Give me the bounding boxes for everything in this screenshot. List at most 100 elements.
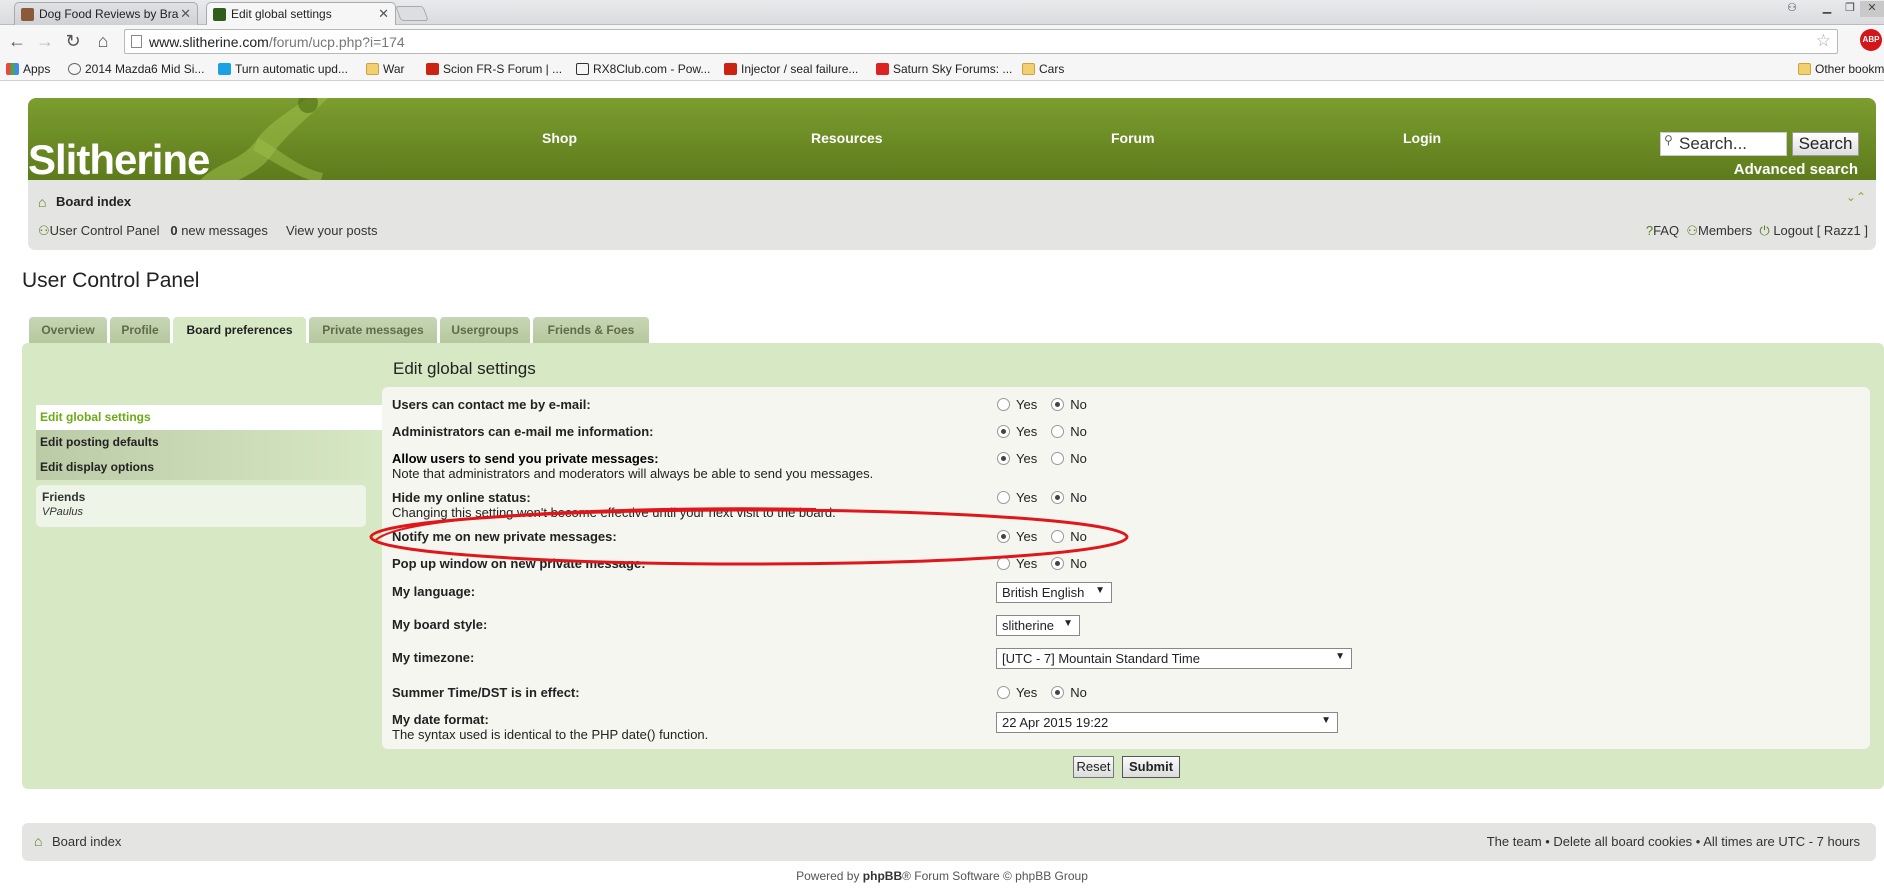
adblock-plus-icon[interactable]: ABP	[1860, 29, 1882, 51]
close-window-icon[interactable]: ✕	[1860, 1, 1884, 17]
dropdown-arrow-icon: ▼	[1063, 618, 1073, 629]
new-messages-link[interactable]: new messages	[181, 223, 268, 238]
back-icon[interactable]: ←	[6, 30, 28, 52]
menu-edit-posting-defaults[interactable]: Edit posting defaults	[36, 430, 382, 455]
nav-forum[interactable]: Forum	[1111, 130, 1155, 146]
slitherine-favicon-icon	[213, 8, 226, 21]
footer-board-index[interactable]: ⌂ Board index	[32, 833, 121, 849]
radio-no[interactable]	[1051, 530, 1065, 543]
url-text: www.slitherine.com/forum/ucp.php?i=174	[149, 34, 405, 50]
radio-no[interactable]	[1051, 491, 1065, 504]
browser-tab-edit-global-settings[interactable]: Edit global settings ✕	[206, 2, 396, 26]
new-tab-button[interactable]	[395, 6, 429, 21]
radio-no[interactable]	[1051, 686, 1065, 699]
saturn-icon	[876, 63, 889, 75]
address-bar[interactable]: www.slitherine.com/forum/ucp.php?i=174 ☆	[124, 29, 1838, 54]
bookmark-mazda6[interactable]: 2014 Mazda6 Mid Si...	[68, 62, 204, 76]
close-tab-icon[interactable]: ✕	[378, 6, 389, 22]
restore-icon[interactable]: ❐	[1840, 1, 1860, 17]
bookmark-turn-automatic[interactable]: Turn automatic upd...	[218, 62, 348, 76]
nav-login[interactable]: Login	[1403, 130, 1441, 146]
timezone-select[interactable]: [UTC - 7] Mountain Standard Time ▼	[996, 648, 1352, 669]
settings-form: Users can contact me by e-mail: Yes No Ad…	[382, 387, 1870, 749]
members-link[interactable]: Members	[1698, 223, 1752, 238]
breadcrumb-board-index[interactable]: ⌂ Board index	[38, 194, 131, 210]
view-posts-link[interactable]: View your posts	[286, 223, 378, 238]
close-tab-icon[interactable]: ✕	[180, 6, 191, 22]
apps-grid-icon	[6, 63, 19, 75]
radio-no[interactable]	[1051, 425, 1065, 438]
browser-tab-label: Edit global settings	[231, 7, 332, 21]
nav-resources[interactable]: Resources	[811, 130, 883, 146]
friends-box: Friends VPaulus	[36, 485, 366, 527]
radio-yes[interactable]	[997, 686, 1010, 699]
radio-yes[interactable]	[997, 557, 1010, 570]
site-logo[interactable]: Slitherine	[28, 136, 210, 180]
radio-no[interactable]	[1051, 452, 1065, 465]
bookmark-rx8club[interactable]: RX8Club.com - Pow...	[576, 62, 710, 76]
phpbb-link[interactable]: phpBB	[863, 869, 902, 883]
menu-edit-global-settings[interactable]: Edit global settings	[36, 405, 382, 430]
radio-yes[interactable]	[997, 491, 1010, 504]
search-icon: ⚲	[1664, 133, 1673, 147]
radio-no[interactable]	[1051, 557, 1065, 570]
submit-button[interactable]: Submit	[1122, 756, 1180, 778]
board-style-select[interactable]: slitherine ▼	[996, 615, 1080, 636]
minimize-icon[interactable]: ▁	[1816, 1, 1838, 17]
user-profile-icon[interactable]: ⚇	[1780, 1, 1804, 17]
bookmarks-bar: Apps 2014 Mazda6 Mid Si... Turn automati…	[0, 57, 1884, 81]
new-messages-count[interactable]: 0	[170, 223, 177, 238]
forward-icon[interactable]: →	[34, 30, 56, 52]
bookmark-scion-frs[interactable]: Scion FR-S Forum | ...	[426, 62, 562, 76]
tab-private-messages[interactable]: Private messages	[309, 317, 437, 343]
search-input[interactable]: ⚲ Search...	[1660, 132, 1787, 156]
bookmark-folder-war[interactable]: War	[366, 62, 405, 76]
tab-profile[interactable]: Profile	[110, 317, 170, 343]
browser-tab-dog-food[interactable]: Dog Food Reviews by Bra ✕	[14, 2, 198, 25]
bookmark-folder-other[interactable]: Other bookm	[1798, 62, 1884, 76]
logout-link[interactable]: Logout [ Razz1 ]	[1773, 223, 1868, 238]
logout-icon: ⏻	[1759, 223, 1770, 238]
radio-no[interactable]	[1051, 398, 1065, 411]
friend-item[interactable]: VPaulus	[42, 506, 360, 518]
search-button[interactable]: Search	[1792, 132, 1859, 156]
radio-yes[interactable]	[997, 530, 1010, 543]
members-icon: ⚇	[1686, 223, 1698, 238]
home-icon[interactable]: ⌂	[92, 30, 114, 52]
tab-overview[interactable]: Overview	[29, 317, 107, 343]
tab-board-preferences[interactable]: Board preferences	[173, 317, 306, 344]
bookmark-injector[interactable]: Injector / seal failure...	[724, 62, 858, 76]
tab-usergroups[interactable]: Usergroups	[440, 317, 530, 343]
language-select[interactable]: British English ▼	[996, 582, 1112, 603]
folder-icon	[366, 63, 379, 75]
reload-icon[interactable]: ↻	[62, 30, 84, 52]
ucp-link[interactable]: User Control Panel	[50, 223, 160, 238]
bookmark-star-icon[interactable]: ☆	[1816, 31, 1831, 51]
radio-yes[interactable]	[997, 425, 1010, 438]
bookmark-saturn-sky[interactable]: Saturn Sky Forums: ...	[876, 62, 1012, 76]
browser-toolbar: ← → ↻ ⌂ www.slitherine.com/forum/ucp.php…	[0, 25, 1884, 57]
ucp-side-menu: Edit global settings Edit posting defaul…	[36, 405, 382, 480]
faq-link[interactable]: FAQ	[1653, 223, 1679, 238]
advanced-search-link[interactable]: Advanced search	[1708, 161, 1858, 178]
browser-tabstrip: Dog Food Reviews by Bra ✕ Edit global se…	[0, 0, 1884, 26]
page-title: User Control Panel	[22, 269, 200, 292]
home-icon: ⌂	[38, 194, 47, 210]
menu-edit-display-options[interactable]: Edit display options	[36, 455, 382, 480]
collapse-header-icon[interactable]: ⌄⌃	[1846, 190, 1866, 204]
date-format-select[interactable]: 22 Apr 2015 19:22 ▼	[996, 712, 1338, 733]
forum-navbar: ⌂ Board index ⌄⌃ ⚇User Control Panel 0 n…	[28, 180, 1876, 250]
bookmark-folder-cars[interactable]: Cars	[1022, 62, 1064, 76]
nav-shop[interactable]: Shop	[542, 130, 577, 146]
radio-yes[interactable]	[997, 452, 1010, 465]
browser-tab-label: Dog Food Reviews by Bra	[39, 7, 179, 21]
reset-button[interactable]: Reset	[1073, 756, 1114, 778]
site-header: Slitherine Shop Resources Forum Login ⚲ …	[28, 98, 1876, 180]
tab-friends-foes[interactable]: Friends & Foes	[533, 317, 649, 343]
bookmark-apps[interactable]: Apps	[6, 62, 50, 76]
board-links: ?FAQ ⚇Members ⏻ Logout [ Razz1 ]	[1646, 223, 1868, 239]
radio-yes[interactable]	[997, 398, 1010, 411]
user-icon: ⚇	[38, 223, 50, 238]
dropdown-arrow-icon: ▼	[1321, 715, 1331, 726]
footer-links[interactable]: The team • Delete all board cookies • Al…	[1487, 834, 1860, 849]
